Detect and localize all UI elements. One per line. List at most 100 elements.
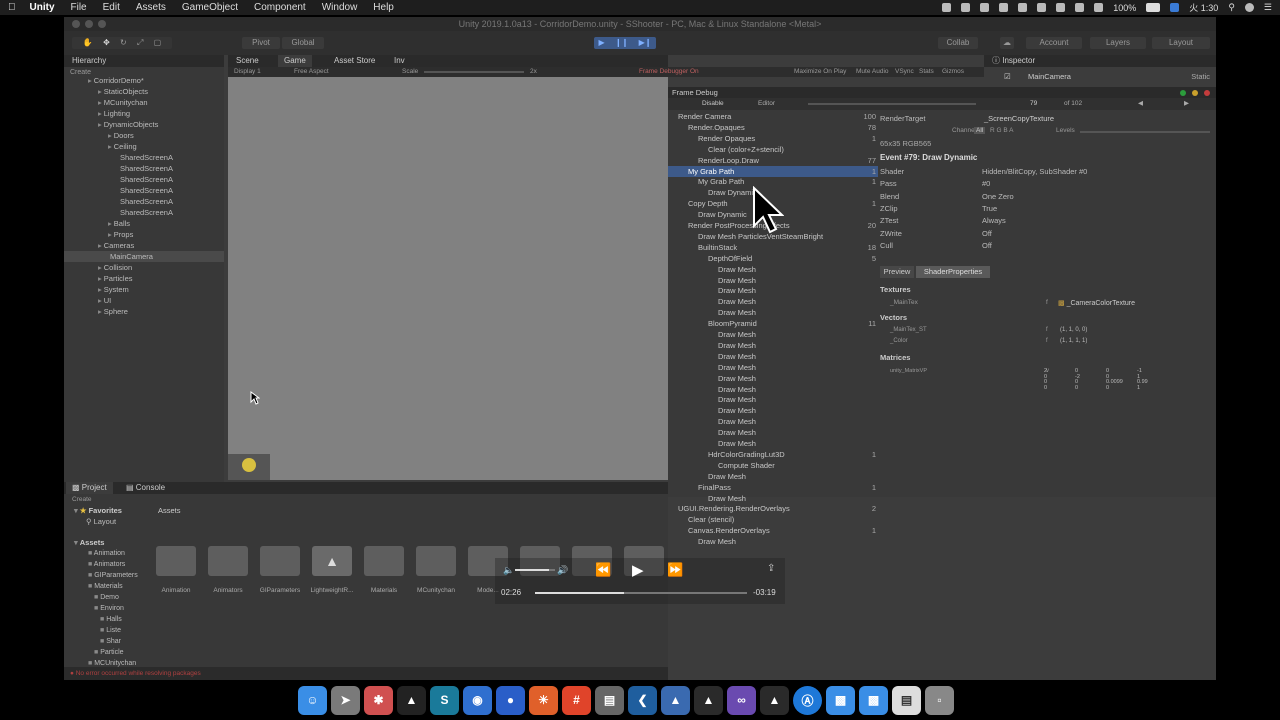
status-icon[interactable] (1037, 3, 1047, 12)
unity-asset-icon[interactable]: ▲ (312, 546, 352, 576)
clock[interactable]: 火 1:30 (1189, 1, 1218, 14)
expand-arrow-icon[interactable]: ▸ (98, 296, 102, 305)
volume-slider[interactable] (515, 569, 555, 571)
channel-all-button[interactable]: All (974, 127, 986, 134)
maps-icon[interactable]: ● (496, 685, 525, 715)
cloud-icon[interactable]: ☁ (1000, 37, 1014, 49)
account-dropdown[interactable]: Account (1026, 37, 1082, 49)
hierarchy-item[interactable]: SharedScreenA (118, 152, 173, 163)
volume-icon[interactable] (1094, 3, 1104, 12)
prev-event-icon[interactable]: ◀ (1138, 98, 1143, 110)
status-icon[interactable] (961, 3, 971, 12)
folder-icon[interactable] (364, 546, 404, 576)
frame-event-row[interactable]: FinalPass 1 (668, 482, 878, 493)
frame-event-row[interactable]: Render Opaques 1 (668, 133, 878, 144)
hierarchy-item[interactable]: ▸ Sphere (98, 306, 128, 317)
vsync-toggle[interactable]: VSync (895, 67, 914, 77)
volume-max-icon[interactable]: 🔊 (557, 565, 568, 576)
hierarchy-item[interactable]: ▸ DynamicObjects (98, 119, 158, 130)
maintex-value[interactable]: ▩ _CameraColorTexture (1058, 299, 1135, 307)
hierarchy-item[interactable]: SharedScreenA (118, 196, 173, 207)
event-current[interactable]: 79 (1030, 98, 1037, 110)
frame-event-row[interactable]: UGUI.Rendering.RenderOverlays 2 (668, 503, 878, 514)
frame-event-row[interactable]: Draw Mesh (668, 384, 878, 395)
project-create-dropdown[interactable]: Create (72, 494, 92, 505)
firefox-icon[interactable]: ☀ (529, 685, 558, 715)
app-icon[interactable]: ▤ (595, 685, 624, 715)
channel-buttons[interactable]: R G B A (990, 127, 1013, 134)
editor-dropdown[interactable]: Editor (758, 98, 775, 110)
zoom-window-button[interactable] (98, 20, 106, 28)
project-tree-item[interactable]: ■ Materials (88, 581, 123, 592)
expand-arrow-icon[interactable]: ▸ (98, 109, 102, 118)
menu-help[interactable]: Help (373, 2, 394, 13)
project-tree-item[interactable]: ■ Shar (100, 636, 121, 647)
frame-event-row[interactable]: Draw Mesh (668, 307, 878, 318)
frame-event-row[interactable]: Draw Mesh (668, 394, 878, 405)
hierarchy-item[interactable]: ▸ Props (108, 229, 133, 240)
sourcetree-icon[interactable]: S (430, 685, 459, 715)
render-target-dropdown[interactable]: _ScreenCopyTexture (984, 114, 1054, 123)
frame-event-row[interactable]: DepthOfField 5 (668, 253, 878, 264)
hierarchy-item[interactable]: ▸ Particles (98, 273, 133, 284)
project-tree-item[interactable]: ■ Halls (100, 614, 122, 625)
frame-event-row[interactable]: Draw Mesh (668, 471, 878, 482)
stats-toggle[interactable]: Stats (919, 67, 934, 77)
tab-asset-store[interactable]: Asset Store (328, 55, 381, 67)
folder-icon[interactable] (208, 546, 248, 576)
tab-project[interactable]: ▩ Project (66, 482, 113, 494)
hierarchy-item[interactable]: ▸ UI (98, 295, 111, 306)
frame-event-row[interactable]: RenderLoop.Draw 77 (668, 155, 878, 166)
chrome-icon[interactable]: ◉ (463, 685, 492, 715)
layout-dropdown[interactable]: Layout (1152, 37, 1210, 49)
hierarchy-item-selected[interactable]: MainCamera (64, 251, 224, 262)
status-icon[interactable] (942, 3, 952, 12)
frame-event-row[interactable]: Draw Mesh (668, 362, 878, 373)
menu-edit[interactable]: Edit (103, 2, 120, 13)
launchpad-icon[interactable]: ➤ (331, 685, 360, 715)
tab-hierarchy[interactable]: Hierarchy (66, 55, 112, 67)
rect-tool-icon[interactable]: ▢ (154, 38, 162, 47)
tab-console[interactable]: ▤ Console (120, 482, 171, 494)
rewind-icon[interactable]: ⏪ (595, 562, 611, 578)
play-controls[interactable]: ▶ ❙❙ ▶❙ (594, 37, 656, 49)
wifi-icon[interactable] (1075, 3, 1085, 12)
app-icon[interactable]: ▲ (661, 685, 690, 715)
frame-event-row[interactable]: Canvas.RenderOverlays 1 (668, 525, 878, 536)
frame-event-row[interactable]: Compute Shader (668, 460, 878, 471)
mute-audio-toggle[interactable]: Mute Audio (856, 67, 889, 77)
hierarchy-item[interactable]: ▸ CorridorDemo* (88, 75, 144, 86)
status-icon[interactable] (980, 3, 990, 12)
fast-forward-icon[interactable]: ⏩ (667, 562, 683, 578)
input-source-icon[interactable] (1170, 3, 1180, 12)
folder-icon[interactable] (156, 546, 196, 576)
pause-icon[interactable]: ❙❙ (615, 38, 628, 47)
pivot-toggle[interactable]: Pivot (242, 37, 280, 49)
hierarchy-item[interactable]: ▸ System (98, 284, 129, 295)
frame-event-row[interactable]: Draw Mesh (668, 373, 878, 384)
hierarchy-item[interactable]: SharedScreenA (118, 174, 173, 185)
finder-icon[interactable]: ☺ (298, 685, 327, 715)
rotate-tool-icon[interactable]: ↻ (120, 38, 127, 47)
frame-event-row[interactable]: HdrColorGradingLut3D 1 (668, 449, 878, 460)
app-icon[interactable]: ✱ (364, 685, 393, 715)
status-icon[interactable] (1018, 3, 1028, 12)
expand-arrow-icon[interactable]: ▸ (108, 230, 112, 239)
expand-arrow-icon[interactable]: ▸ (98, 120, 102, 129)
frame-event-row[interactable]: Draw Mesh (668, 427, 878, 438)
battery-icon[interactable] (1146, 3, 1161, 12)
menu-gameobject[interactable]: GameObject (182, 2, 238, 13)
static-toggle[interactable]: Static (1191, 67, 1210, 87)
frame-event-row[interactable]: Draw Mesh (668, 264, 878, 275)
project-tree-item[interactable]: ■ Demo (94, 592, 119, 603)
unity-icon[interactable]: ▲ (397, 685, 426, 715)
favorite-layout[interactable]: ⚲ Layout (86, 516, 116, 527)
move-tool-icon[interactable]: ✥ (103, 38, 110, 47)
window-close-button[interactable] (1204, 90, 1210, 96)
scrubber[interactable] (535, 592, 747, 594)
folder-icon[interactable] (260, 546, 300, 576)
expand-arrow-icon[interactable]: ▸ (108, 131, 112, 140)
hierarchy-item[interactable]: ▸ Ceiling (108, 141, 137, 152)
minimize-window-button[interactable] (85, 20, 93, 28)
menu-assets[interactable]: Assets (136, 2, 166, 13)
